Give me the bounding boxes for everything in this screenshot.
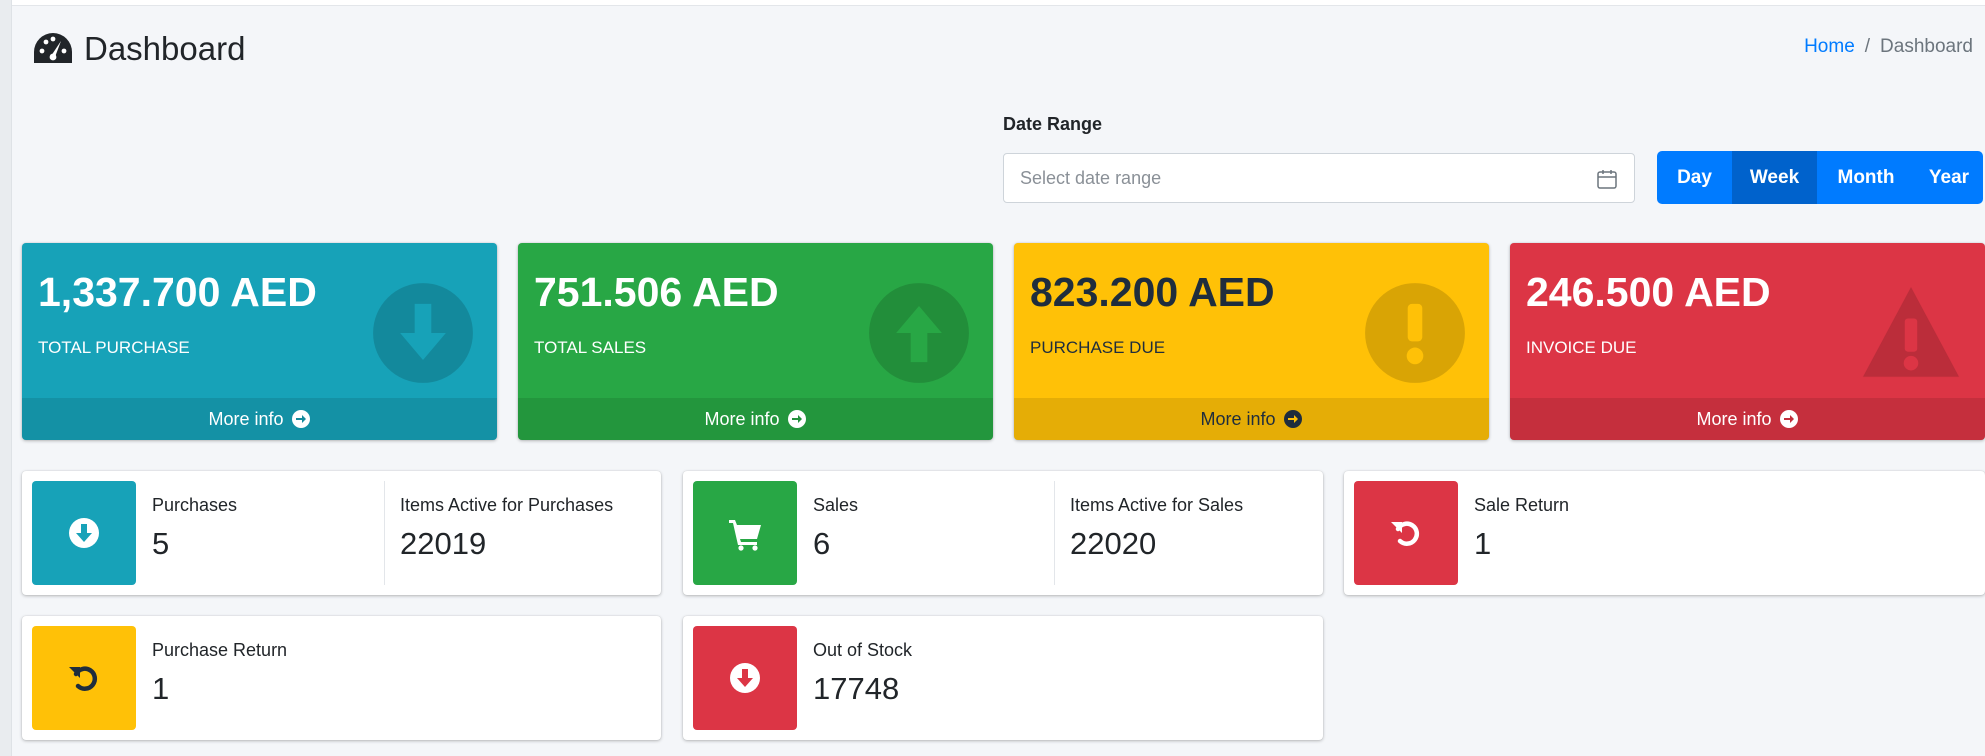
arrow-circle-right-icon — [291, 410, 310, 428]
purchase-return-value: 1 — [152, 671, 170, 706]
tachometer-icon — [34, 33, 72, 63]
out-of-stock-info-box: Out of Stock 17748 — [683, 616, 1323, 740]
top-border — [0, 0, 1985, 6]
year-button[interactable]: Year — [1915, 151, 1983, 204]
divider — [384, 481, 385, 585]
purchases-info-box: Purchases 5 Items Active for Purchases 2… — [22, 471, 661, 595]
total-sales-box: 751.506 AED TOTAL SALES More info — [518, 243, 993, 440]
breadcrumb-current: Dashboard — [1880, 36, 1973, 57]
sidebar-edge — [0, 0, 12, 756]
more-info-label: More info — [1696, 408, 1772, 429]
month-button[interactable]: Month — [1817, 151, 1915, 204]
arrow-circle-right-icon — [1779, 410, 1798, 428]
total-purchase-box: 1,337.700 AED TOTAL PURCHASE More info — [22, 243, 497, 440]
purchase-due-value: 823.200 AED — [1030, 269, 1275, 315]
purchases-label: Purchases — [152, 495, 238, 515]
day-button[interactable]: Day — [1657, 151, 1732, 204]
purchase-due-box: 823.200 AED PURCHASE DUE More info — [1014, 243, 1489, 440]
more-info-label: More info — [208, 408, 284, 429]
arrow-circle-right-icon — [1283, 410, 1302, 428]
sales-icon-tile — [693, 481, 797, 585]
period-button-group: Day Week Month Year — [1657, 151, 1983, 204]
date-range-input[interactable] — [1004, 154, 1634, 202]
calendar-icon[interactable] — [1596, 168, 1618, 190]
week-button[interactable]: Week — [1732, 151, 1817, 204]
sales-value: 6 — [813, 526, 831, 561]
total-purchase-more-info[interactable]: More info — [22, 398, 497, 440]
out-of-stock-value: 17748 — [813, 671, 900, 706]
items-active-purchases-value: 22019 — [400, 526, 487, 561]
page-title: Dashboard — [32, 30, 245, 68]
purchases-value: 5 — [152, 526, 170, 561]
sales-info-box: Sales 6 Items Active for Sales 22020 — [683, 471, 1323, 595]
arrow-circle-down-icon — [373, 283, 473, 383]
breadcrumb-separator: / — [1864, 36, 1871, 57]
divider — [1054, 481, 1055, 585]
items-active-sales-value: 22020 — [1070, 526, 1157, 561]
out-of-stock-icon-tile — [693, 626, 797, 730]
breadcrumb-home-link[interactable]: Home — [1804, 36, 1855, 58]
breadcrumb: Home / Dashboard — [1804, 36, 1973, 58]
sale-return-label: Sale Return — [1474, 495, 1570, 515]
total-sales-label: TOTAL SALES — [534, 338, 647, 357]
total-purchase-value: 1,337.700 AED — [38, 269, 317, 315]
undo-icon — [69, 666, 98, 691]
date-range-field[interactable] — [1003, 153, 1635, 203]
purchase-return-info-box: Purchase Return 1 — [22, 616, 661, 740]
items-active-sales-label: Items Active for Sales — [1070, 495, 1244, 515]
more-info-label: More info — [704, 408, 780, 429]
more-info-label: More info — [1200, 408, 1276, 429]
purchase-due-label: PURCHASE DUE — [1030, 338, 1166, 357]
undo-icon — [1391, 521, 1420, 546]
items-active-purchases-label: Items Active for Purchases — [400, 495, 614, 515]
total-sales-more-info[interactable]: More info — [518, 398, 993, 440]
page-title-text: Dashboard — [84, 30, 246, 67]
sale-return-info-box: Sale Return 1 — [1344, 471, 1985, 595]
out-of-stock-label: Out of Stock — [813, 640, 913, 660]
exclamation-circle-icon — [1365, 283, 1465, 383]
arrow-circle-down-icon — [730, 663, 760, 693]
shopping-cart-icon — [729, 520, 761, 551]
arrow-circle-up-icon — [869, 283, 969, 383]
invoice-due-box: 246.500 AED INVOICE DUE More info — [1510, 243, 1985, 440]
arrow-circle-right-icon — [787, 410, 806, 428]
sale-return-icon-tile — [1354, 481, 1458, 585]
purchase-due-more-info[interactable]: More info — [1014, 398, 1489, 440]
invoice-due-more-info[interactable]: More info — [1510, 398, 1985, 440]
purchases-icon-tile — [32, 481, 136, 585]
purchase-return-icon-tile — [32, 626, 136, 730]
total-sales-value: 751.506 AED — [534, 269, 779, 315]
invoice-due-value: 246.500 AED — [1526, 269, 1771, 315]
purchase-return-label: Purchase Return — [152, 640, 288, 660]
total-purchase-label: TOTAL PURCHASE — [38, 338, 190, 357]
arrow-circle-down-icon — [69, 518, 99, 548]
sales-label: Sales — [813, 495, 859, 515]
sale-return-value: 1 — [1474, 526, 1492, 561]
invoice-due-label: INVOICE DUE — [1526, 338, 1637, 357]
date-range-label: Date Range — [1003, 114, 1103, 134]
warning-triangle-icon — [1863, 287, 1959, 377]
